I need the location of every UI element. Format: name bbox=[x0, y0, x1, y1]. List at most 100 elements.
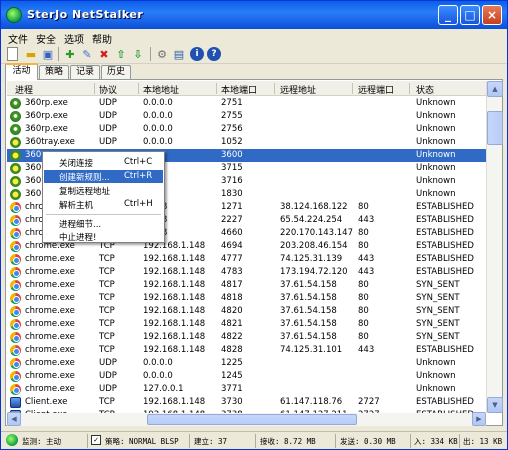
status-bar: 监测: 主动 ✓ 策略: NORMAL BLSP 建立: 37 接收: 8.72… bbox=[1, 431, 507, 449]
menu-item-label: 解析主机 bbox=[59, 201, 94, 211]
local-port: 4660 bbox=[221, 228, 243, 238]
save-icon[interactable]: ▣ bbox=[41, 47, 55, 61]
process-name: 360tray.exe bbox=[25, 137, 75, 147]
policy-checkbox[interactable]: ✓ bbox=[91, 435, 101, 445]
column-status[interactable]: 状态 bbox=[416, 83, 434, 96]
chrome-icon bbox=[10, 254, 21, 265]
table-row[interactable]: 360rp.exe UDP 0.0.0.0 2756 Unknown bbox=[7, 123, 486, 136]
tab-log[interactable]: 记录 bbox=[70, 65, 100, 79]
local-address: 192.168.1.148 bbox=[143, 345, 206, 355]
menu-create-rule[interactable]: 创建新规则... Ctrl+R bbox=[44, 170, 163, 183]
title-bar[interactable]: SterJo NetStalker _ □ × bbox=[1, 1, 507, 29]
column-protocol[interactable]: 协议 bbox=[99, 83, 117, 96]
connections-list[interactable]: 进程 协议 本地地址 本地端口 远程地址 远程端口 状态 360rp.exe UD… bbox=[7, 81, 486, 414]
settings-icon[interactable]: ⚙ bbox=[155, 47, 169, 61]
protocol: UDP bbox=[99, 137, 117, 147]
tab-history[interactable]: 历史 bbox=[101, 65, 131, 79]
close-button[interactable]: × bbox=[482, 5, 502, 25]
add-icon[interactable]: ✚ bbox=[63, 47, 77, 61]
local-address: 192.168.1.148 bbox=[143, 332, 206, 342]
table-row[interactable]: chrome.exe TCP 192.168.1.148 4777 74.125.31.… bbox=[7, 253, 486, 266]
menu-options[interactable]: 选项 bbox=[64, 31, 84, 46]
maximize-button[interactable]: □ bbox=[460, 5, 480, 25]
table-row[interactable]: 360rp.exe UDP 0.0.0.0 2751 Unknown bbox=[7, 97, 486, 110]
help-icon[interactable]: ? bbox=[207, 47, 221, 61]
menu-close-connection[interactable]: 关闭连接 Ctrl+C bbox=[44, 156, 163, 169]
table-row[interactable]: Client.exe TCP 192.168.1.148 3730 61.147.118… bbox=[7, 396, 486, 409]
table-row[interactable]: chrome.exe TCP 192.168.1.148 4817 37.61.54.1… bbox=[7, 279, 486, 292]
protocol: TCP bbox=[99, 254, 115, 264]
scroll-up-button[interactable]: ▲ bbox=[487, 81, 503, 97]
open-icon[interactable]: ▬ bbox=[24, 47, 38, 61]
remote-address: 173.194.72.120 bbox=[280, 267, 348, 277]
scroll-right-button[interactable]: ▶ bbox=[472, 412, 486, 426]
table-row[interactable]: chrome.exe UDP 0.0.0.0 1245 Unknown bbox=[7, 370, 486, 383]
local-address: 192.168.1.148 bbox=[143, 319, 206, 329]
vertical-scrollbar[interactable]: ▲ ▼ bbox=[486, 81, 503, 413]
connection-state: SYN_SENT bbox=[416, 280, 460, 290]
table-row[interactable]: 360rp.exe UDP 0.0.0.0 2755 Unknown bbox=[7, 110, 486, 123]
down-icon[interactable]: ⇩ bbox=[131, 47, 145, 61]
local-port: 4817 bbox=[221, 280, 243, 290]
delete-icon[interactable]: ✖ bbox=[97, 47, 111, 61]
menu-copy-remote-address[interactable]: 复制远程地址 bbox=[44, 184, 163, 197]
menu-process-details[interactable]: 进程细节... bbox=[44, 217, 163, 230]
column-local-address[interactable]: 本地地址 bbox=[143, 83, 179, 96]
process-name: chrome.exe bbox=[25, 345, 75, 355]
tab-policy[interactable]: 策略 bbox=[39, 65, 69, 79]
connection-state: Unknown bbox=[416, 163, 456, 173]
scroll-left-button[interactable]: ◀ bbox=[7, 412, 21, 426]
tab-active[interactable]: 活动 bbox=[5, 63, 38, 80]
remote-address: 74.125.31.101 bbox=[280, 345, 343, 355]
log-icon[interactable]: ▤ bbox=[172, 47, 186, 61]
horizontal-scroll-thumb[interactable] bbox=[147, 414, 357, 425]
column-remote-address[interactable]: 远程地址 bbox=[280, 83, 316, 96]
table-row[interactable]: chrome.exe TCP 192.168.1.148 4820 37.61.54.1… bbox=[7, 305, 486, 318]
column-remote-port[interactable]: 远程端口 bbox=[358, 83, 394, 96]
horizontal-scrollbar[interactable]: ◀ ▶ bbox=[7, 412, 486, 426]
connection-state: SYN_SENT bbox=[416, 306, 460, 316]
table-row[interactable]: chrome.exe TCP 192.168.1.148 4822 37.61.54.1… bbox=[7, 331, 486, 344]
menu-security[interactable]: 安全 bbox=[36, 31, 56, 46]
shield-icon bbox=[10, 111, 21, 122]
remote-address: 220.170.143.147 bbox=[280, 228, 354, 238]
process-name: chro bbox=[25, 228, 44, 238]
table-row[interactable]: chrome.exe TCP 192.168.1.148 4828 74.125.31.… bbox=[7, 344, 486, 357]
remote-port: 80 bbox=[358, 293, 369, 303]
chrome-icon bbox=[10, 228, 21, 239]
menu-resolve-host[interactable]: 解析主机 Ctrl+H bbox=[44, 198, 163, 211]
column-local-port[interactable]: 本地端口 bbox=[221, 83, 257, 96]
menu-help[interactable]: 帮助 bbox=[92, 31, 112, 46]
remote-address: 74.125.31.139 bbox=[280, 254, 343, 264]
new-icon[interactable] bbox=[7, 47, 18, 61]
context-menu: 关闭连接 Ctrl+C 创建新规则... Ctrl+R 复制远程地址 解析主机 Ctr… bbox=[42, 151, 165, 243]
table-row[interactable]: chrome.exe TCP 192.168.1.148 4821 37.61.54.1… bbox=[7, 318, 486, 331]
remote-port: 2727 bbox=[358, 397, 380, 407]
table-row[interactable]: chrome.exe TCP 192.168.1.148 4818 37.61.54.1… bbox=[7, 292, 486, 305]
remote-address: 37.61.54.158 bbox=[280, 319, 337, 329]
local-port: 2227 bbox=[221, 215, 243, 225]
local-address: 0.0.0.0 bbox=[143, 124, 173, 134]
info-icon[interactable]: i bbox=[190, 47, 204, 61]
process-name: chrome.exe bbox=[25, 332, 75, 342]
list-header: 进程 协议 本地地址 本地端口 远程地址 远程端口 状态 bbox=[7, 81, 486, 96]
menu-kill-process[interactable]: 中止进程! bbox=[44, 230, 163, 243]
local-port: 4777 bbox=[221, 254, 243, 264]
client-app-icon bbox=[10, 397, 21, 408]
column-process[interactable]: 进程 bbox=[15, 83, 33, 96]
edit-icon[interactable]: ✎ bbox=[80, 47, 94, 61]
menu-bar: 文件 安全 选项 帮助 bbox=[1, 29, 507, 46]
up-icon[interactable]: ⇧ bbox=[114, 47, 128, 61]
process-name: chrome.exe bbox=[25, 306, 75, 316]
table-row[interactable]: chrome.exe UDP 0.0.0.0 1225 Unknown bbox=[7, 357, 486, 370]
table-row[interactable]: chrome.exe TCP 192.168.1.148 4783 173.194.72… bbox=[7, 266, 486, 279]
menu-file[interactable]: 文件 bbox=[8, 31, 28, 46]
table-row[interactable]: 360tray.exe UDP 0.0.0.0 1052 Unknown bbox=[7, 136, 486, 149]
local-port: 3771 bbox=[221, 384, 243, 394]
scroll-down-button[interactable]: ▼ bbox=[487, 397, 503, 413]
chrome-icon bbox=[10, 384, 21, 395]
minimize-button[interactable]: _ bbox=[438, 5, 458, 25]
vertical-scroll-thumb[interactable] bbox=[487, 111, 503, 145]
table-row[interactable]: chrome.exe UDP 127.0.0.1 3771 Unknown bbox=[7, 383, 486, 396]
local-port: 2751 bbox=[221, 98, 243, 108]
